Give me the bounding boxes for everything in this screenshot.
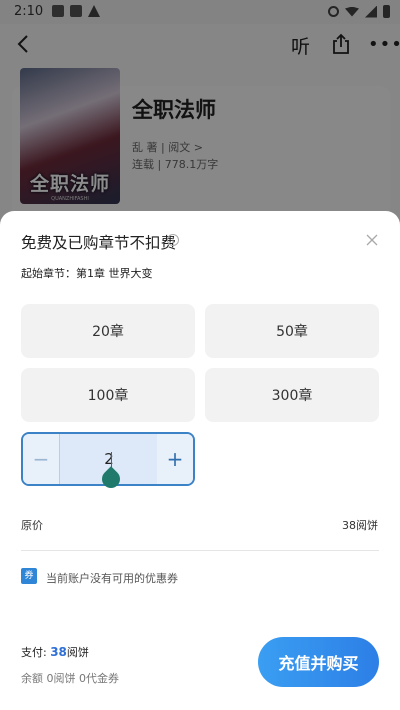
divider bbox=[21, 550, 379, 551]
pay-label: 支付: bbox=[21, 646, 51, 659]
sheet-title: 免费及已购章节不扣费 bbox=[21, 234, 177, 252]
option-100-chapters[interactable]: 100章 bbox=[21, 368, 195, 422]
coupon-icon: 券 bbox=[21, 568, 37, 584]
option-20-chapters[interactable]: 20章 bbox=[21, 304, 195, 358]
start-chapter: 起始章节：第1章 世界大变 bbox=[21, 267, 153, 280]
info-icon[interactable]: ! bbox=[167, 234, 179, 246]
close-icon[interactable] bbox=[365, 233, 379, 247]
original-price-value: 38阅饼 bbox=[342, 519, 378, 532]
recharge-and-buy-button[interactable]: 充值并购买 bbox=[258, 637, 379, 687]
coupon-text: 当前账户没有可用的优惠券 bbox=[46, 572, 178, 585]
pay-unit: 阅饼 bbox=[66, 646, 89, 659]
purchase-sheet: 免费及已购章节不扣费 ! 起始章节：第1章 世界大变 20章 50章 100章 … bbox=[0, 211, 400, 710]
pay-summary: 支付: 38阅饼 bbox=[21, 644, 89, 660]
increment-button[interactable]: + bbox=[157, 434, 193, 484]
pay-amount: 38 bbox=[50, 645, 67, 659]
decrement-button[interactable]: − bbox=[23, 434, 59, 484]
original-price-label: 原价 bbox=[21, 519, 43, 532]
balance-text: 余额 0阅饼 0代金券 bbox=[21, 672, 119, 685]
option-50-chapters[interactable]: 50章 bbox=[205, 304, 379, 358]
option-300-chapters[interactable]: 300章 bbox=[205, 368, 379, 422]
